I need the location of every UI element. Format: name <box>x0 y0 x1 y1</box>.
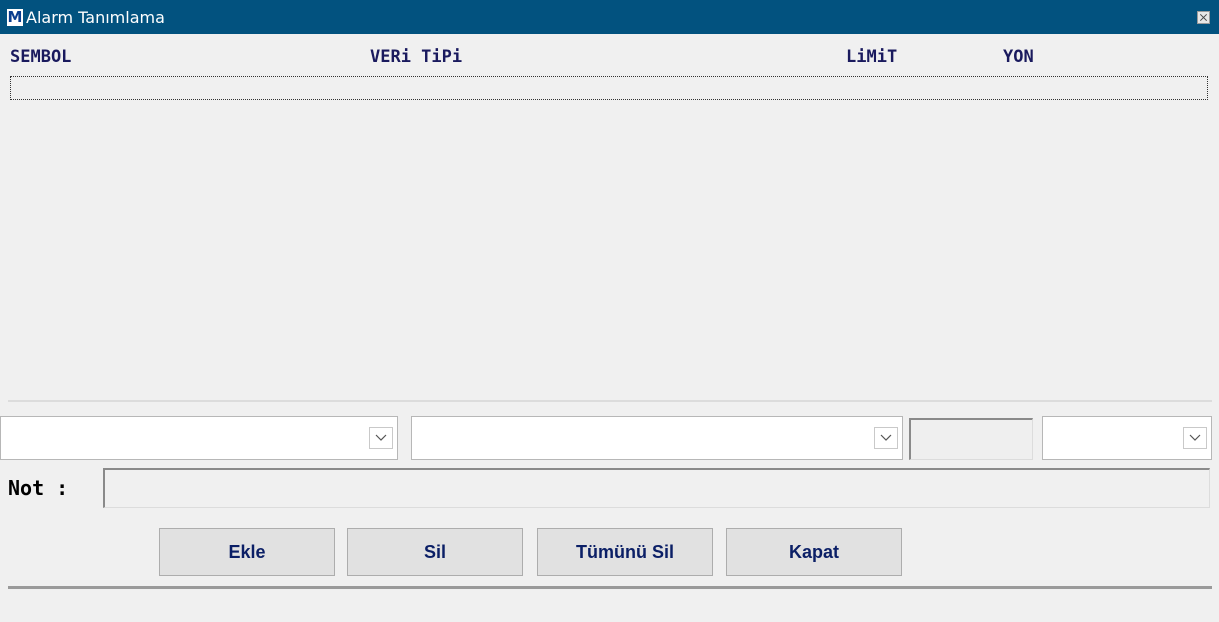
title-bar: M Alarm Tanımlama <box>0 0 1219 34</box>
chevron-down-icon <box>375 434 387 441</box>
column-header-veri-tipi[interactable]: VERi TiPi <box>370 47 462 67</box>
column-header-yon[interactable]: YON <box>1003 47 1034 67</box>
data-type-combobox[interactable] <box>411 416 903 460</box>
close-button[interactable]: Kapat <box>726 528 902 576</box>
status-bar <box>8 589 1212 622</box>
column-header-limit[interactable]: LiMiT <box>846 47 897 67</box>
app-icon: M <box>7 8 23 26</box>
note-input[interactable] <box>103 468 1210 508</box>
table-header: SEMBOL VERi TiPi LiMiT YON <box>8 38 1212 74</box>
delete-all-button[interactable]: Tümünü Sil <box>537 528 713 576</box>
direction-dropdown-button[interactable] <box>1183 427 1207 449</box>
add-button[interactable]: Ekle <box>159 528 335 576</box>
close-icon[interactable] <box>1197 11 1210 24</box>
note-label: Not : <box>8 476 69 500</box>
symbol-combobox[interactable] <box>0 416 398 460</box>
focused-empty-row[interactable] <box>10 76 1208 100</box>
direction-combobox[interactable] <box>1042 416 1212 460</box>
alarm-list[interactable] <box>8 72 1212 400</box>
window-title: Alarm Tanımlama <box>26 8 165 27</box>
data-type-dropdown-button[interactable] <box>874 427 898 449</box>
chevron-down-icon <box>880 434 892 441</box>
list-divider <box>8 400 1212 402</box>
delete-button[interactable]: Sil <box>347 528 523 576</box>
symbol-dropdown-button[interactable] <box>369 427 393 449</box>
column-header-sembol[interactable]: SEMBOL <box>10 47 71 67</box>
chevron-down-icon <box>1189 434 1201 441</box>
limit-input[interactable] <box>909 418 1033 460</box>
